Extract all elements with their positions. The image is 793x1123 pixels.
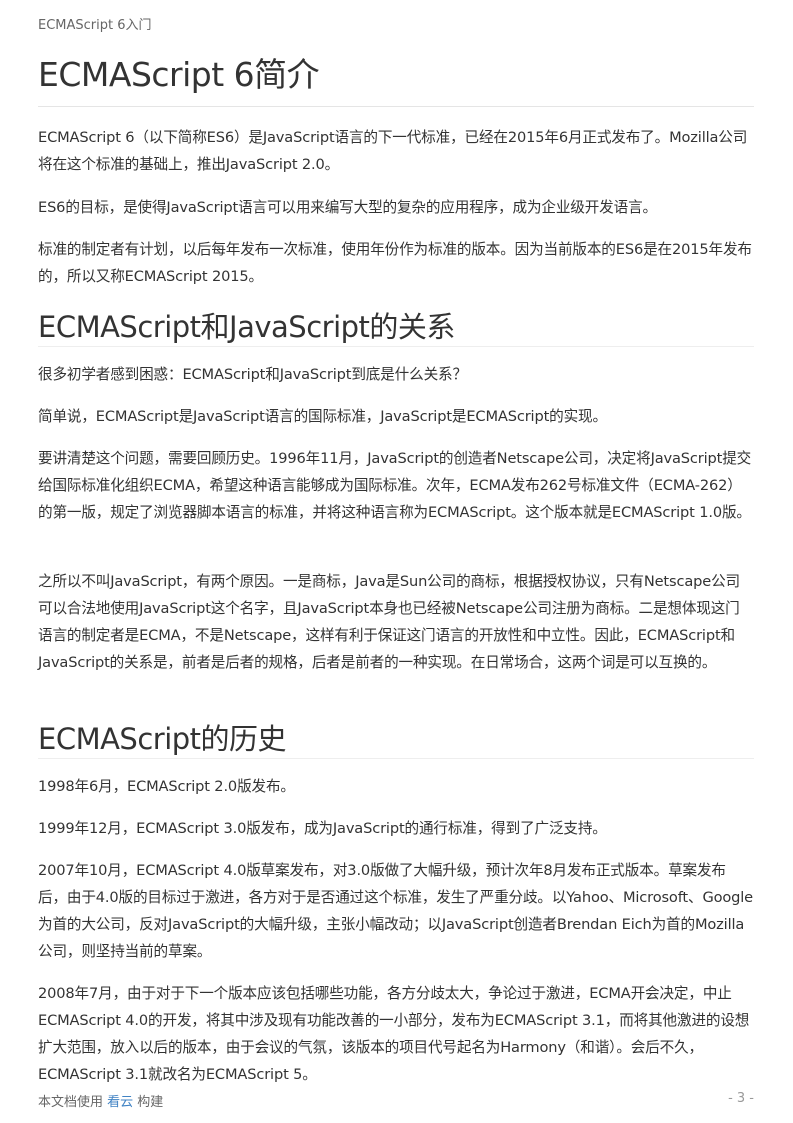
paragraph: 标准的制定者有计划，以后每年发布一次标准，使用年份作为标准的版本。因为当前版本的… <box>38 241 752 285</box>
footer-prefix: 本文档使用 <box>38 1095 108 1110</box>
paragraph: 简单说，ECMAScript是JavaScript语言的国际标准，JavaScr… <box>38 408 607 425</box>
paragraph: ES6的目标，是使得JavaScript语言可以用来编写大型的复杂的应用程序，成… <box>38 199 657 216</box>
title-divider <box>38 106 754 107</box>
paragraph: 2007年10月，ECMAScript 4.0版草案发布，对3.0版做了大幅升级… <box>38 862 754 960</box>
section-title-relationship: ECMAScript和JavaScript的关系 <box>38 310 455 344</box>
paragraph: ECMAScript 6（以下简称ES6）是JavaScript语言的下一代标准… <box>38 129 748 173</box>
section-divider <box>38 758 754 759</box>
section-title-intro: ECMAScript 6简介 <box>38 55 320 94</box>
section-title-history: ECMAScript的历史 <box>38 722 287 756</box>
page-footer: 本文档使用 看云 构建 - 3 - <box>38 1091 754 1110</box>
paragraph: 1999年12月，ECMAScript 3.0版发布，成为JavaScript的… <box>38 820 607 837</box>
footer-suffix: 构建 <box>133 1095 164 1110</box>
running-header: ECMAScript 6入门 <box>38 18 152 33</box>
paragraph: 要讲清楚这个问题，需要回顾历史。1996年11月，JavaScript的创造者N… <box>38 450 752 521</box>
paragraph: 1998年6月，ECMAScript 2.0版发布。 <box>38 778 295 795</box>
paragraph: 2008年7月，由于对于下一个版本应该包括哪些功能，各方分歧太大，争论过于激进，… <box>38 985 750 1083</box>
page-number: - 3 - <box>728 1091 754 1106</box>
paragraph: 之所以不叫JavaScript，有两个原因。一是商标，Java是Sun公司的商标… <box>38 573 740 671</box>
footer-link[interactable]: 看云 <box>107 1095 133 1110</box>
paragraph: 很多初学者感到困惑：ECMAScript和JavaScript到底是什么关系？ <box>38 366 467 383</box>
section-divider <box>38 346 754 347</box>
